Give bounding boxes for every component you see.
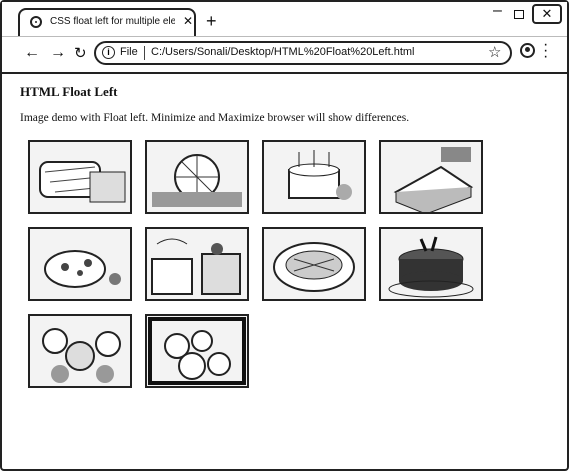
address-bar[interactable]: i File C:/Users/Sonali/Desktop/HTML%20Fl… <box>94 41 512 65</box>
page-content: HTML Float Left Image demo with Float le… <box>2 74 567 469</box>
info-icon[interactable]: i <box>102 46 115 59</box>
file-label: File <box>120 46 138 58</box>
browser-window: CSS float left for multiple elemen ✕ + –… <box>0 0 569 471</box>
profile-icon[interactable] <box>520 43 535 58</box>
pie-image <box>262 227 366 301</box>
image-gallery <box>28 140 508 401</box>
window-close-icon[interactable]: ✕ <box>532 4 562 24</box>
bread-loaf-image <box>28 140 132 214</box>
arrow-right-icon[interactable]: → <box>50 44 66 62</box>
plus-icon[interactable]: + <box>206 12 217 30</box>
title-bar: CSS float left for multiple elemen ✕ + –… <box>2 2 567 37</box>
birthday-cake-image <box>262 140 366 214</box>
minimize-icon[interactable]: – <box>493 2 502 20</box>
chocolate-cake-image <box>379 227 483 301</box>
tab-title: CSS float left for multiple elemen <box>50 16 175 27</box>
fruit-pastries-image <box>28 314 132 388</box>
divider <box>144 46 145 60</box>
arrow-left-icon[interactable]: ← <box>24 44 40 62</box>
browser-toolbar: ← → ↻ i File C:/Users/Sonali/Desktop/HTM… <box>2 36 567 74</box>
fruit-basket-image <box>145 314 249 388</box>
cake-slices-image <box>145 140 249 214</box>
url-text[interactable]: C:/Users/Sonali/Desktop/HTML%20Float%20L… <box>151 46 415 58</box>
kebab-menu-icon[interactable]: · · · <box>543 37 548 65</box>
chrome-favicon-icon <box>30 16 42 28</box>
cake-slice-image <box>379 140 483 214</box>
page-description: Image demo with Float left. Minimize and… <box>20 112 410 124</box>
browser-tab[interactable]: CSS float left for multiple elemen ✕ <box>18 8 196 36</box>
cupcakes-image <box>145 227 249 301</box>
reload-icon[interactable]: ↻ <box>74 44 87 62</box>
cookie-plate-image <box>28 227 132 301</box>
maximize-icon[interactable] <box>514 10 524 19</box>
page-title: HTML Float Left <box>20 84 118 99</box>
close-icon[interactable]: ✕ <box>183 14 193 28</box>
star-icon[interactable]: ☆ <box>488 43 501 61</box>
